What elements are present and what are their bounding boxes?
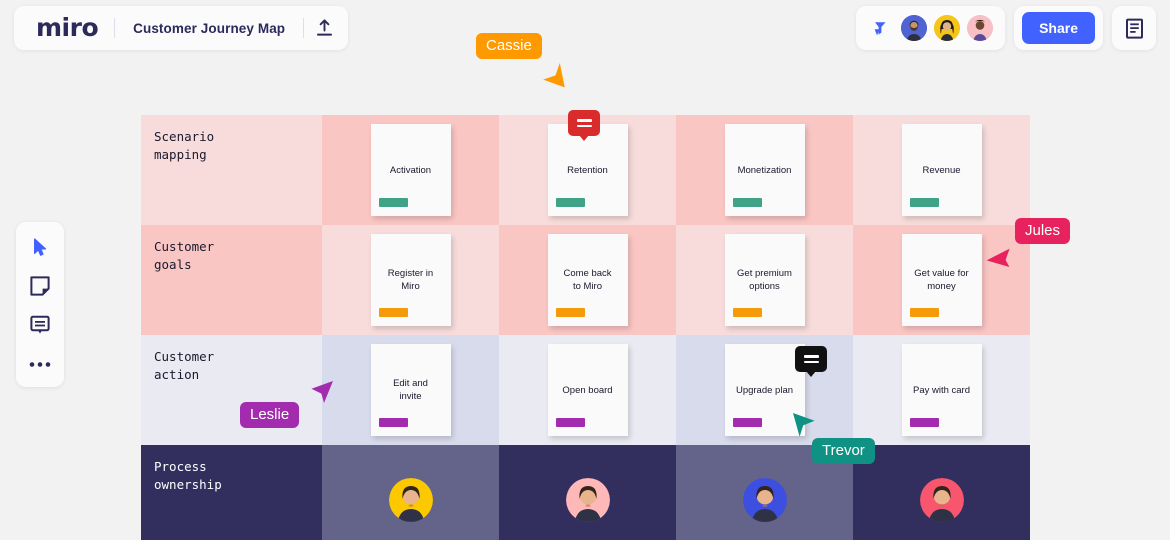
miro-board-canvas: miro Customer Journey Map Share Scenario… (0, 0, 1170, 540)
sticky-card[interactable]: Activation (370, 124, 451, 216)
sticky-card-text: Pay with card (912, 384, 971, 396)
comment-bubble-icon (30, 315, 50, 334)
sticky-card-text: Register in Miro (387, 268, 434, 292)
sticky-card-text: Edit and invite (393, 378, 428, 402)
sticky-card-text: Come back to Miro (563, 268, 612, 292)
document-notes-icon (1125, 18, 1143, 39)
grid-cell: Come back to Miro (499, 225, 676, 335)
owner-avatar-1[interactable] (388, 478, 433, 522)
sticky-card-text: Monetization (737, 164, 792, 176)
sticky-card-tag[interactable] (732, 308, 762, 317)
grid-cell (853, 445, 1030, 540)
comment-line (576, 119, 592, 122)
row-label-text: Customer action (154, 349, 215, 382)
owner-avatar-4[interactable] (919, 478, 964, 522)
sticky-card-text: Revenue (922, 164, 961, 176)
row-label-text: Scenario mapping (154, 129, 215, 162)
row-label-cell: Process ownership (141, 445, 322, 540)
miro-logo[interactable]: miro (18, 15, 114, 40)
row-label-text: Customer goals (154, 239, 215, 272)
more-tools[interactable] (23, 349, 57, 379)
cursor-arrow-trevor (793, 413, 815, 437)
select-tool[interactable] (23, 232, 57, 262)
sticky-card-text: Open board (562, 384, 613, 396)
board-header-bar: miro Customer Journey Map (14, 6, 349, 50)
comment-line (803, 355, 819, 358)
row-label-text: Process ownership (154, 459, 222, 492)
sticky-card[interactable]: Register in Miro (370, 234, 451, 326)
sticky-card-tag[interactable] (378, 418, 408, 427)
sticky-note-tool[interactable] (23, 271, 57, 301)
sticky-card[interactable]: Revenue (901, 124, 982, 216)
sticky-card-text: Get value for money (914, 268, 969, 292)
grid-cell (322, 445, 499, 540)
owner-avatar-3[interactable] (742, 478, 787, 522)
collab-avatar-1[interactable] (901, 15, 928, 41)
sticky-card-text: Activation (389, 164, 432, 176)
sticky-card[interactable]: Edit and invite (370, 344, 451, 436)
sticky-card-tag[interactable] (732, 418, 762, 427)
sticky-card-tag[interactable] (555, 418, 585, 427)
share-button[interactable]: Share (1022, 12, 1095, 44)
board-header-right: Share (856, 6, 1156, 50)
sticky-card-tag[interactable] (909, 308, 939, 317)
cursor-arrow-jules (986, 248, 1010, 267)
sticky-card[interactable]: Come back to Miro (547, 234, 628, 326)
grid-cell: Pay with card (853, 335, 1030, 445)
comment-line (803, 360, 819, 363)
row-label-cell: Scenario mapping (141, 115, 322, 225)
grid-cell: Monetization (676, 115, 853, 225)
sticky-card-tag[interactable] (378, 308, 408, 317)
cursor-arrow-cassie (543, 63, 565, 88)
collaborators-pill (856, 6, 1006, 50)
collab-avatar-3[interactable] (967, 15, 994, 41)
notes-panel-button[interactable] (1112, 6, 1156, 50)
journey-map-grid: Scenario mapping Activation Retention Monet… (141, 115, 1030, 540)
cursor-label-jules[interactable]: Jules (1015, 218, 1071, 244)
follow-cursor-icon[interactable] (866, 14, 894, 42)
sticky-card-tag[interactable] (909, 198, 939, 207)
sticky-card-text: Retention (567, 164, 608, 176)
upload-icon[interactable] (304, 8, 344, 48)
grid-cell: Open board (499, 335, 676, 445)
grid-cell: Activation (322, 115, 499, 225)
cursor-arrow-leslie (311, 381, 333, 403)
share-pill: Share (1014, 6, 1103, 50)
comment-marker-retention[interactable] (568, 110, 600, 136)
comment-line (576, 124, 592, 127)
sticky-card[interactable]: Pay with card (901, 344, 982, 436)
sticky-card-text: Upgrade plan (735, 384, 794, 396)
comment-tool[interactable] (23, 310, 57, 340)
cursor-arrow-icon (33, 237, 46, 256)
sticky-card-tag[interactable] (732, 198, 762, 207)
sticky-card-tag[interactable] (909, 418, 939, 427)
board-title[interactable]: Customer Journey Map (115, 21, 303, 36)
grid-cell: Revenue (853, 115, 1030, 225)
sticky-card[interactable]: Open board (547, 344, 628, 436)
sticky-card[interactable]: Monetization (724, 124, 805, 216)
row-label-cell: Customer goals (141, 225, 322, 335)
row-label-cell: Customer action (141, 335, 322, 445)
ellipsis-icon (29, 361, 51, 367)
comment-marker-upgrade-plan[interactable] (795, 346, 827, 372)
grid-cell (499, 445, 676, 540)
sticky-card-tag[interactable] (555, 308, 585, 317)
grid-cell: Get premium options (676, 225, 853, 335)
cursor-label-leslie[interactable]: Leslie (240, 402, 300, 428)
sticky-card[interactable]: Get premium options (724, 234, 805, 326)
sticky-card-tag[interactable] (555, 198, 585, 207)
cursor-label-cassie[interactable]: Cassie (476, 33, 542, 59)
owner-avatar-2[interactable] (565, 478, 610, 522)
sticky-card-tag[interactable] (378, 198, 408, 207)
sticky-card-text: Get premium options (737, 268, 792, 292)
grid-cell: Register in Miro (322, 225, 499, 335)
sticky-note-icon (30, 276, 50, 296)
grid-cell: Edit and invite (322, 335, 499, 445)
collab-avatar-2[interactable] (934, 15, 961, 41)
sticky-card[interactable]: Get value for money (901, 234, 982, 326)
left-toolbar (16, 222, 64, 387)
